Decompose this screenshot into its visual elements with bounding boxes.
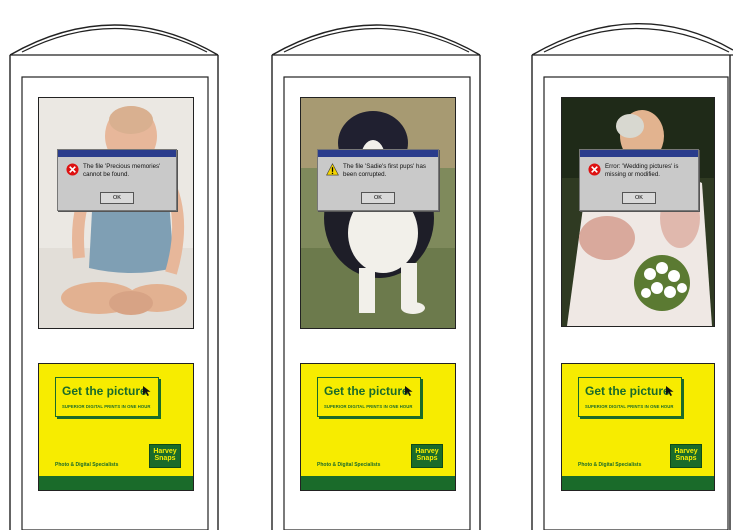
ad-subline: SUPERIOR DIGITAL PRINTS IN ONE HOUR bbox=[324, 404, 413, 409]
error-icon bbox=[588, 163, 601, 176]
kiosk-2: The file 'Sadie's first pups' has been c… bbox=[262, 0, 492, 530]
ad-specialists: Photo & Digital Specialists bbox=[578, 462, 642, 468]
error-icon bbox=[66, 163, 79, 176]
cursor-icon bbox=[405, 386, 413, 396]
ad-specialists: Photo & Digital Specialists bbox=[55, 462, 119, 468]
ad-headline: Get the picture bbox=[585, 384, 670, 398]
ad-green-band bbox=[39, 476, 193, 490]
ad-headline: Get the picture bbox=[62, 384, 147, 398]
warning-dialog: The file 'Sadie's first pups' has been c… bbox=[317, 149, 439, 211]
dialog-titlebar bbox=[580, 150, 698, 157]
kiosk-3: Error: 'Wedding pictures' is missing or … bbox=[522, 0, 733, 530]
ad-green-band bbox=[562, 476, 714, 490]
error-dialog: The file 'Precious memories' cannot be f… bbox=[57, 149, 177, 211]
kiosk-1: The file 'Precious memories' cannot be f… bbox=[0, 0, 230, 530]
ok-button[interactable]: OK bbox=[361, 192, 395, 204]
get-the-picture-banner: Get the picture SUPERIOR DIGITAL PRINTS … bbox=[578, 377, 682, 417]
baby-photo bbox=[38, 97, 194, 329]
harvey-snaps-logo: Harvey Snaps bbox=[411, 444, 443, 468]
get-the-picture-banner: Get the picture SUPERIOR DIGITAL PRINTS … bbox=[317, 377, 421, 417]
ad-subline: SUPERIOR DIGITAL PRINTS IN ONE HOUR bbox=[585, 404, 674, 409]
ok-button[interactable]: OK bbox=[622, 192, 656, 204]
harvey-snaps-logo: Harvey Snaps bbox=[670, 444, 702, 468]
dialog-message: The file 'Precious memories' cannot be f… bbox=[83, 163, 161, 178]
dog-photo bbox=[300, 97, 456, 329]
harvey-snaps-logo: Harvey Snaps bbox=[149, 444, 181, 468]
ad-headline: Get the picture bbox=[324, 384, 409, 398]
get-the-picture-banner: Get the picture SUPERIOR DIGITAL PRINTS … bbox=[55, 377, 159, 417]
ok-button[interactable]: OK bbox=[100, 192, 134, 204]
dialog-message: Error: 'Wedding pictures' is missing or … bbox=[605, 163, 679, 178]
photo-ad: Get the picture SUPERIOR DIGITAL PRINTS … bbox=[561, 363, 715, 491]
logo-text: Harvey Snaps bbox=[674, 448, 698, 462]
logo-text: Harvey Snaps bbox=[153, 448, 177, 462]
logo-text: Harvey Snaps bbox=[415, 448, 439, 462]
dialog-message: The file 'Sadie's first pups' has been c… bbox=[343, 163, 426, 178]
error-dialog: Error: 'Wedding pictures' is missing or … bbox=[579, 149, 699, 211]
wedding-photo bbox=[561, 97, 715, 327]
photo-ad: Get the picture SUPERIOR DIGITAL PRINTS … bbox=[38, 363, 194, 491]
ad-green-band bbox=[301, 476, 455, 490]
cursor-icon bbox=[666, 386, 674, 396]
ad-specialists: Photo & Digital Specialists bbox=[317, 462, 381, 468]
dialog-titlebar bbox=[58, 150, 176, 157]
cursor-icon bbox=[143, 386, 151, 396]
photo-ad: Get the picture SUPERIOR DIGITAL PRINTS … bbox=[300, 363, 456, 491]
warning-icon bbox=[326, 163, 339, 176]
ad-subline: SUPERIOR DIGITAL PRINTS IN ONE HOUR bbox=[62, 404, 151, 409]
dialog-titlebar bbox=[318, 150, 438, 157]
